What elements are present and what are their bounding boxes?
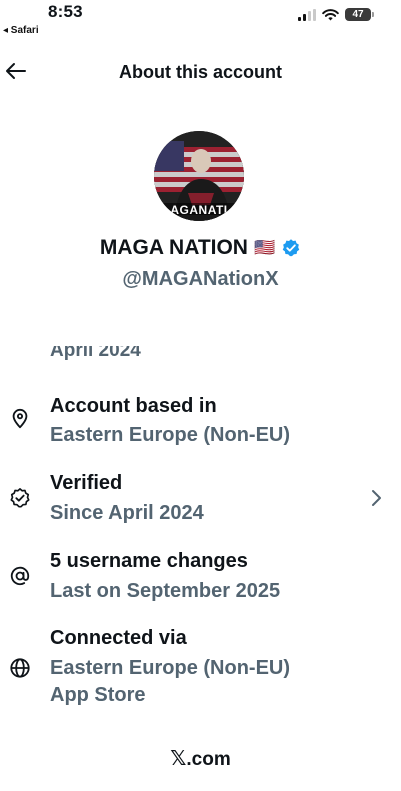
top-app-bar: About this account: [0, 55, 401, 91]
display-name: MAGA NATION: [99, 236, 248, 259]
account-handle: @MAGANationX: [122, 268, 279, 290]
footer-domain-text: .com: [186, 749, 231, 770]
back-to-safari-link[interactable]: ◂ Safari: [3, 25, 39, 36]
verified-badge-icon: [10, 488, 30, 508]
partial-row-text: April 2024: [50, 346, 141, 361]
verified-label: Verified: [50, 472, 123, 494]
account-based-in-label: Account based in: [50, 395, 217, 417]
avatar[interactable]: AGANATI: [154, 131, 244, 221]
globe-icon: [10, 658, 30, 678]
username-changes-value: Last on September 2025: [50, 580, 281, 602]
cellular-signal-icon: [298, 8, 316, 21]
status-icons: 47: [298, 8, 374, 21]
at-sign-icon: [10, 566, 30, 586]
us-flag-emoji: 🇺🇸: [253, 238, 276, 257]
location-pin-icon: [12, 408, 28, 429]
page-title: About this account: [119, 62, 282, 82]
verified-checkmark-icon[interactable]: [281, 238, 301, 258]
connected-via-label: Connected via: [50, 627, 187, 649]
username-changes-label: 5 username changes: [50, 550, 248, 572]
wifi-icon: [322, 8, 339, 20]
account-based-in-value: Eastern Europe (Non-EU): [50, 424, 291, 446]
connected-via-app-store: App Store: [50, 684, 146, 706]
avatar-caption: AGANATI: [170, 203, 228, 217]
x-dot-com-link[interactable]: 𝕏.com: [0, 746, 401, 771]
status-bar: 8:53 ◂ Safari 47: [0, 0, 401, 40]
verified-since-value: Since April 2024: [50, 502, 204, 524]
x-logo-icon: 𝕏: [170, 746, 187, 770]
battery-icon: 47: [345, 8, 374, 21]
display-name-row: MAGA NATION 🇺🇸: [0, 236, 401, 260]
connected-via-region: Eastern Europe (Non-EU): [50, 657, 291, 679]
clock: 8:53: [48, 2, 83, 21]
chevron-right-icon[interactable]: [369, 488, 383, 508]
